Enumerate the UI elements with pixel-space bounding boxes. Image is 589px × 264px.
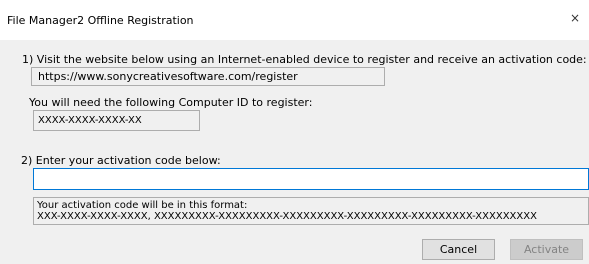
window-title: File Manager2 Offline Registration [7, 14, 194, 27]
format-example: XXX-XXXX-XXXX-XXXX, XXXXXXXXX-XXXXXXXXX-… [37, 211, 537, 222]
activation-code-input[interactable] [33, 168, 589, 190]
computer-id-label: You will need the following Computer ID … [29, 96, 313, 109]
computer-id-field[interactable]: XXXX-XXXX-XXXX-XX [33, 110, 200, 131]
activation-format-box: Your activation code will be in this for… [33, 197, 589, 225]
dialog-body: 1) Visit the website below using an Inte… [0, 40, 589, 264]
format-heading: Your activation code will be in this for… [37, 200, 248, 211]
registration-url-field[interactable]: https://www.sonycreativesoftware.com/reg… [31, 67, 385, 86]
step1-instruction: 1) Visit the website below using an Inte… [22, 53, 587, 66]
close-icon[interactable]: × [570, 11, 589, 29]
title-bar: File Manager2 Offline Registration × [0, 0, 589, 40]
activate-button[interactable]: Activate [510, 239, 583, 260]
step2-instruction: 2) Enter your activation code below: [21, 154, 221, 167]
cancel-button[interactable]: Cancel [422, 239, 495, 260]
